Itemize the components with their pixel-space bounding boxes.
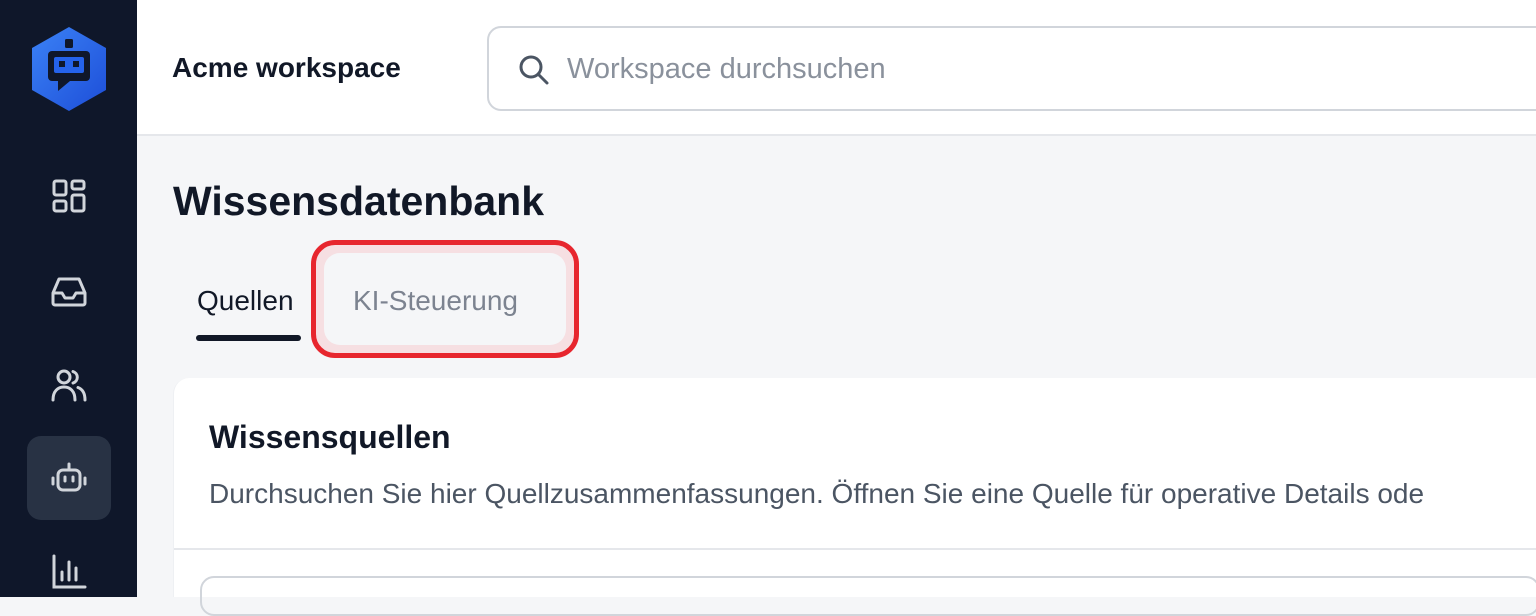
bot-icon	[51, 462, 87, 492]
search-box[interactable]	[487, 26, 1536, 111]
sidebar-item-analytics[interactable]	[27, 530, 111, 614]
workspace-name[interactable]: Acme workspace	[172, 52, 401, 84]
sidebar-item-inbox[interactable]	[27, 249, 111, 333]
sidebar-item-dashboard[interactable]	[27, 154, 111, 238]
sidebar-item-bots[interactable]	[27, 436, 111, 520]
dashboard-grid-icon	[52, 179, 86, 213]
card-title: Wissensquellen	[209, 419, 451, 455]
page-title: Wissensdatenbank	[173, 178, 545, 224]
inbox-tray-icon	[51, 277, 87, 307]
active-tab-indicator	[196, 335, 301, 341]
robot-chat-logo[interactable]	[30, 25, 108, 113]
tab-sources[interactable]: Quellen	[197, 285, 294, 317]
top-header: Acme workspace	[137, 0, 1536, 136]
card-filter-box[interactable]	[200, 576, 1536, 616]
knowledge-sources-card: Wissensquellen Durchsuchen Sie hier Quel…	[173, 378, 1536, 616]
bar-chart-icon	[52, 554, 87, 589]
search-icon	[519, 55, 549, 85]
card-description: Durchsuchen Sie hier Quellzusammenfassun…	[209, 478, 1425, 509]
card-divider	[174, 548, 1536, 550]
tab-ai-control[interactable]: KI-Steuerung	[353, 285, 518, 317]
sidebar	[0, 0, 137, 597]
search-input[interactable]	[565, 46, 1465, 92]
sidebar-item-users[interactable]	[27, 343, 111, 427]
users-icon	[51, 369, 87, 402]
